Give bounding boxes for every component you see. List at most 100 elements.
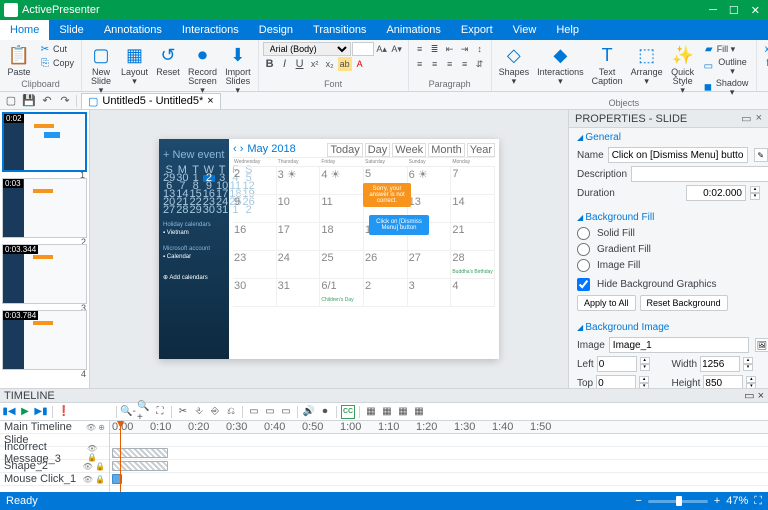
lineheight-icon[interactable]: ↕: [473, 42, 487, 56]
tl-t3-icon[interactable]: ⎆: [208, 405, 222, 419]
fit-icon[interactable]: ⛶: [754, 495, 762, 508]
tab-export[interactable]: Export: [451, 20, 503, 40]
reset-bg-button[interactable]: Reset Background: [640, 295, 728, 311]
props-close-icon[interactable]: ×: [756, 112, 762, 125]
tab-help[interactable]: Help: [546, 20, 589, 40]
left-input[interactable]: [597, 356, 637, 372]
outline-button[interactable]: ▭Outline ▾: [700, 56, 753, 77]
tl-prev-icon[interactable]: ▮◀: [2, 405, 16, 419]
tab-home[interactable]: Home: [0, 20, 49, 40]
font-grow-icon[interactable]: A▴: [375, 42, 389, 56]
arrange-button[interactable]: ⬚Arrange ▾: [628, 42, 666, 87]
apply-all-button[interactable]: Apply to All: [577, 295, 636, 311]
new-event-link[interactable]: + New event: [163, 149, 225, 161]
tl-warn-icon[interactable]: ❗: [57, 405, 71, 419]
name-input[interactable]: [608, 147, 748, 163]
numbers-icon[interactable]: ≣: [428, 42, 442, 56]
tab-close-icon[interactable]: ×: [207, 95, 213, 107]
name-edit-icon[interactable]: ✎: [754, 148, 768, 162]
tl-cc-icon[interactable]: CC: [341, 405, 355, 419]
tl-t12-icon[interactable]: ▦: [396, 405, 410, 419]
tl-close-icon[interactable]: ×: [758, 390, 764, 402]
align-left-icon[interactable]: ≡: [413, 57, 427, 71]
section-bgfill[interactable]: Background Fill: [577, 212, 760, 223]
image-fill-radio[interactable]: [577, 259, 590, 272]
tl-t13-icon[interactable]: ▦: [412, 405, 426, 419]
tl-t5-icon[interactable]: ▭: [247, 405, 261, 419]
bullets-icon[interactable]: ≡: [413, 42, 427, 56]
import-button[interactable]: ⬇Import Slides ▾: [222, 42, 254, 96]
tab-interactions[interactable]: Interactions: [172, 20, 249, 40]
qb-new-icon[interactable]: ▢: [4, 94, 18, 108]
minimize-icon[interactable]: ─: [709, 4, 717, 17]
tl-t10-icon[interactable]: ▦: [364, 405, 378, 419]
sup-icon[interactable]: x²: [308, 57, 322, 71]
indent-icon[interactable]: ⇥: [458, 42, 472, 56]
tl-t6-icon[interactable]: ▭: [263, 405, 277, 419]
document-tab[interactable]: ▢ Untitled5 - Untitled5* ×: [81, 93, 221, 109]
quickstyle-button[interactable]: ✨Quick Style ▾: [668, 42, 698, 96]
maximize-icon[interactable]: ☐: [729, 4, 739, 17]
copy-button[interactable]: ⎘Copy: [36, 56, 77, 70]
thumb-4[interactable]: 0:03.7844: [2, 310, 87, 370]
tab-annotations[interactable]: Annotations: [94, 20, 172, 40]
qb-undo-icon[interactable]: ↶: [40, 94, 54, 108]
outdent-icon[interactable]: ⇤: [443, 42, 457, 56]
tl-t7-icon[interactable]: ▭: [279, 405, 293, 419]
zoom-value[interactable]: 47%: [726, 495, 748, 507]
zoom-slider[interactable]: [648, 500, 708, 503]
cut-button[interactable]: ✂Cut: [36, 42, 77, 56]
tl-zoomout-icon[interactable]: 🔍-: [121, 405, 135, 419]
tab-animations[interactable]: Animations: [376, 20, 450, 40]
section-general[interactable]: General: [577, 132, 760, 143]
hide-bg-checkbox[interactable]: [577, 278, 590, 291]
align-justify-icon[interactable]: ≡: [458, 57, 472, 71]
timeline-lanes[interactable]: 0:00 0:10 0:20 0:30 0:40 0:50 1:00 1:10 …: [110, 421, 768, 492]
solid-fill-radio[interactable]: [577, 227, 590, 240]
tl-split-icon[interactable]: ✂: [176, 405, 190, 419]
highlight-icon[interactable]: ab: [338, 57, 352, 71]
tl-pin-icon[interactable]: ▭: [744, 390, 754, 402]
track-main[interactable]: Main Timeline👁 ⊕: [0, 421, 109, 434]
tl-play-icon[interactable]: ▶: [18, 405, 32, 419]
image-input[interactable]: [609, 337, 749, 353]
track-msg[interactable]: Incorrect Message_3👁 🔒: [0, 447, 109, 460]
paste-button[interactable]: 📋Paste: [4, 42, 34, 78]
top-input[interactable]: [596, 375, 636, 388]
bold-icon[interactable]: B: [263, 57, 277, 71]
tab-transitions[interactable]: Transitions: [303, 20, 376, 40]
thumb-3[interactable]: 0:03.3443: [2, 244, 87, 304]
tl-zoomin-icon[interactable]: 🔍+: [137, 405, 151, 419]
underline-icon[interactable]: U: [293, 57, 307, 71]
tab-slide[interactable]: Slide: [49, 20, 93, 40]
tl-next-icon[interactable]: ▶▮: [34, 405, 48, 419]
fill-button[interactable]: ▰Fill ▾: [700, 42, 753, 56]
valign-icon[interactable]: ⇵: [473, 57, 487, 71]
qb-redo-icon[interactable]: ↷: [58, 94, 72, 108]
tl-zoomfit-icon[interactable]: ⛶: [153, 405, 167, 419]
shapes-button[interactable]: ◇Shapes ▾: [496, 42, 533, 87]
align-center-icon[interactable]: ≡: [428, 57, 442, 71]
tl-t8-icon[interactable]: 🔊: [302, 405, 316, 419]
duration-input[interactable]: [686, 185, 746, 201]
img-browse-icon[interactable]: 🖼: [755, 338, 768, 352]
tl-t9-icon[interactable]: ⏺: [318, 405, 332, 419]
tab-design[interactable]: Design: [249, 20, 303, 40]
zoom-in-icon[interactable]: +: [714, 495, 720, 507]
layout-button[interactable]: ▦Layout ▾: [118, 42, 151, 87]
width-input[interactable]: [700, 356, 740, 372]
align-right-icon[interactable]: ≡: [443, 57, 457, 71]
props-pin-icon[interactable]: ▭: [741, 112, 751, 125]
record-button[interactable]: ⏺Record Screen ▾: [185, 42, 220, 96]
thumb-1[interactable]: 0:021: [2, 112, 87, 172]
new-slide-button[interactable]: ▢New Slide ▾: [86, 42, 116, 96]
section-bgimage[interactable]: Background Image: [577, 322, 760, 333]
track-click[interactable]: Mouse Click_1👁 🔒: [0, 473, 109, 486]
canvas[interactable]: + New event SMTWTFS 293012345 6789101112…: [90, 110, 568, 388]
textcaption-button[interactable]: TText Caption: [589, 42, 626, 87]
shadow-button[interactable]: ◼Shadow ▾: [700, 77, 753, 98]
height-input[interactable]: [703, 375, 743, 388]
font-shrink-icon[interactable]: A▾: [390, 42, 404, 56]
zoom-out-icon[interactable]: −: [635, 495, 641, 507]
fontcolor-icon[interactable]: A: [353, 57, 367, 71]
